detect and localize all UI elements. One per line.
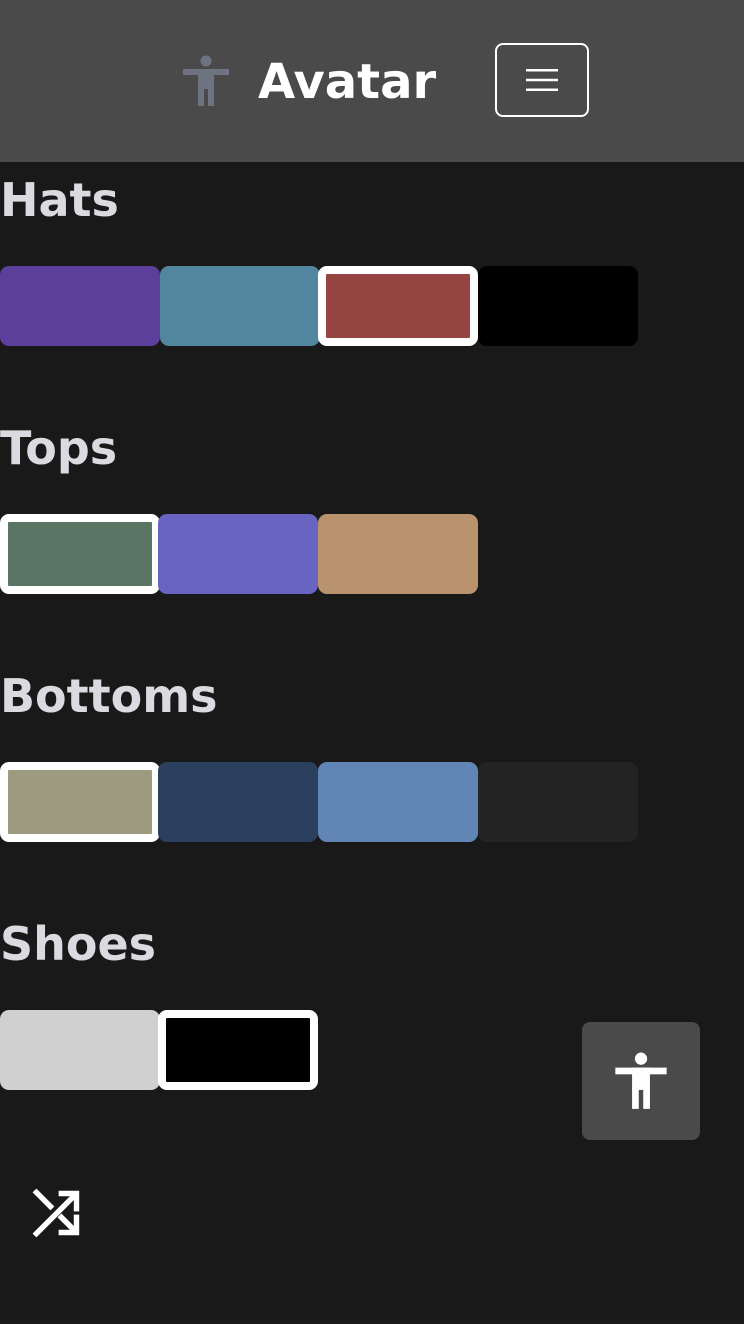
top-color-swatch[interactable]	[318, 514, 478, 594]
section-title-bottoms: Bottoms	[0, 669, 218, 723]
hat-color-swatch[interactable]	[318, 266, 478, 346]
menu-button[interactable]	[495, 43, 589, 117]
top-color-swatch[interactable]	[0, 514, 160, 594]
app-header: Avatar	[0, 0, 744, 162]
accessibility-person-icon	[615, 1052, 667, 1109]
section-title-tops: Tops	[0, 421, 118, 475]
bottom-color-swatch[interactable]	[0, 762, 160, 842]
hat-color-swatch[interactable]	[478, 266, 638, 346]
shoe-color-swatch[interactable]	[158, 1010, 318, 1090]
bottom-color-swatch[interactable]	[158, 762, 318, 842]
hat-color-swatch[interactable]	[160, 266, 320, 346]
hat-color-options	[0, 266, 640, 346]
hamburger-menu-icon	[526, 69, 558, 91]
shuffle-button[interactable]	[24, 1180, 90, 1246]
section-title-shoes: Shoes	[0, 917, 157, 971]
top-color-options	[0, 514, 480, 594]
shuffle-icon	[32, 1188, 80, 1238]
section-title-hats: Hats	[0, 173, 119, 227]
shoe-color-swatch[interactable]	[0, 1010, 160, 1090]
bottom-color-swatch[interactable]	[318, 762, 478, 842]
bottom-color-options	[0, 762, 640, 842]
bottom-color-swatch[interactable]	[478, 762, 638, 842]
app-title: Avatar	[258, 54, 437, 110]
hat-color-swatch[interactable]	[0, 266, 160, 346]
accessibility-person-icon	[183, 55, 229, 106]
top-color-swatch[interactable]	[158, 514, 318, 594]
accessibility-button[interactable]	[582, 1022, 700, 1140]
shoe-color-options	[0, 1010, 320, 1090]
